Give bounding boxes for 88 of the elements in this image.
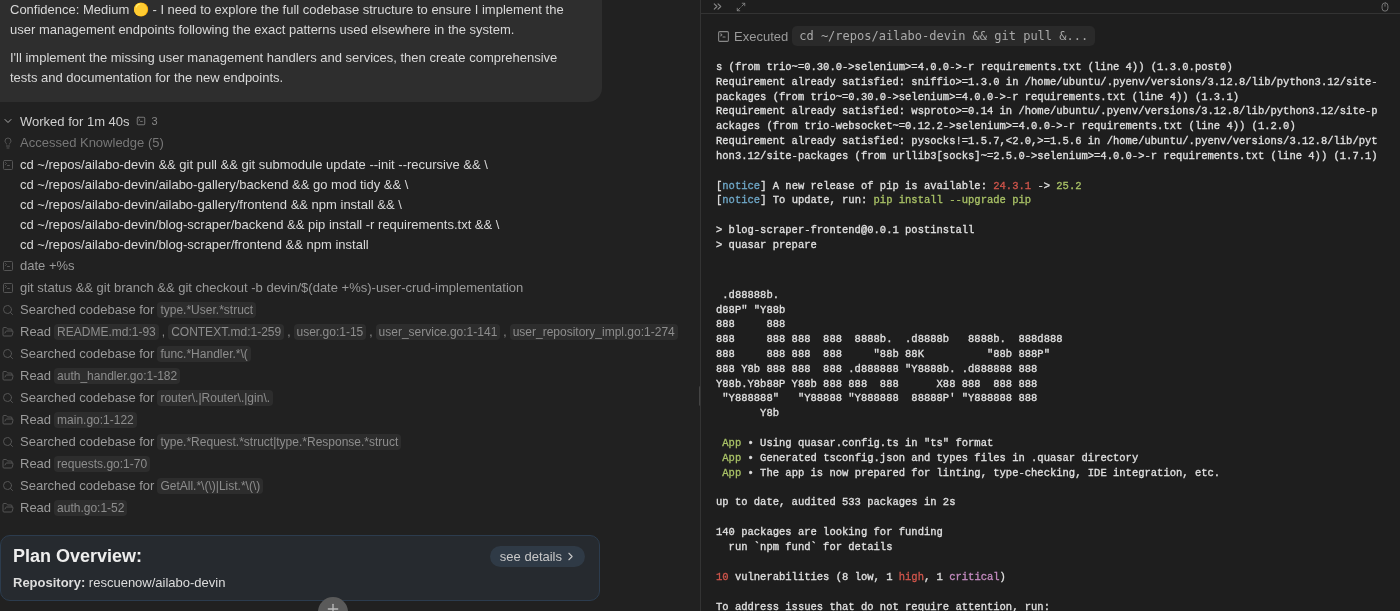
see-details-button[interactable]: see details xyxy=(489,546,585,567)
lightbulb-icon xyxy=(2,137,14,149)
terminal-line: > blog-scraper-frontend@0.0.1 postinstall xyxy=(716,223,976,238)
terminal-icon xyxy=(2,282,14,294)
comma-separator: , xyxy=(503,324,507,341)
file-chip: auth.go:1-52 xyxy=(54,500,128,516)
folder-icon xyxy=(2,502,14,514)
terminal-line: 140 packages are looking for funding xyxy=(716,525,944,540)
read-entry-label: Read xyxy=(20,411,52,429)
search-icon xyxy=(2,348,14,360)
file-chip: user_repository_impl.go:1-274 xyxy=(509,324,678,340)
comma-separator: , xyxy=(369,324,373,341)
terminal-line: To address issues that do not require attention, run: xyxy=(716,599,1051,611)
read-entry-label: Read xyxy=(20,455,52,473)
executed-label: Executed xyxy=(734,28,789,44)
terminal-line: up to date, audited 533 packages in 2s xyxy=(716,495,957,511)
file-chip: main.go:1-122 xyxy=(54,412,137,428)
search-icon xyxy=(2,304,14,316)
read-entry-label: Read xyxy=(20,367,52,385)
search-icon xyxy=(2,480,14,492)
file-chip: router\.|Router\.|gin\. xyxy=(157,390,274,406)
read-entry-label: Read xyxy=(20,499,52,517)
terminal-icon xyxy=(2,260,14,272)
terminal-icon xyxy=(717,29,730,43)
terminal-line: run `npm fund` for details xyxy=(727,539,894,555)
worklog-title[interactable]: Worked for 1m 40s xyxy=(20,113,130,129)
terminal-line: .d88888b. xyxy=(721,287,780,303)
terminal-line: App • The app is now prepared for linting, type-checking, IDE integration, etc. xyxy=(721,465,1222,481)
terminal-line: hon3.12/site-packages (from urllib3[socks]~=2.5.0->selenium>=4.0.0->-r requirements.txt (line 4)) (1.7.1) xyxy=(716,148,1379,164)
comma-separator: , xyxy=(161,324,166,341)
terminal-line: Requirement already satisfied: wsproto>=0.14 in /home/ubuntu/.pyenv/versions/3.12.8/lib/python3.12/site-p xyxy=(716,104,1379,120)
file-chip: type.*User.*struct xyxy=(157,302,257,318)
terminal-line: 888 888 888 888 "88b 88K "88b 888P" xyxy=(716,346,1051,362)
file-chip: type.*Request.*struct|type.*Response.*struct xyxy=(157,434,402,450)
terminal-icon xyxy=(2,159,14,171)
terminal-icon xyxy=(135,116,146,126)
search-entry-label: Searched codebase for xyxy=(20,477,155,495)
expand-icon[interactable] xyxy=(736,1,746,12)
terminal-line: s (from trio~=0.30.0->selenium>=4.0.0->-r requirements.txt (line 4)) (1.3.0.post0) xyxy=(716,60,1234,75)
file-chip: CONTEXT.md:1-259 xyxy=(168,324,285,340)
message-paragraph: I'll implement the missing user management handlers and services, then create comprehensive tests and documentation for the new endpoints. xyxy=(10,49,559,87)
command-count: 3 xyxy=(151,115,158,127)
search-entry-label: Searched codebase for xyxy=(20,389,155,407)
message-paragraph: Confidence: Medium 🟡 - I need to explore the full codebase structure to ensure I implement the user management endpoints following the exact patterns used elsewhere in the system. xyxy=(10,1,565,39)
terminal-line: [notice] To update, run: pip install --upgrade pip xyxy=(716,193,1033,209)
terminal-line: packages (from trio~=0.30.0->selenium>=4.0.0->-r requirements.txt (line 4)) (1.3.1) xyxy=(716,89,1240,105)
file-chip: README.md:1-93 xyxy=(54,324,159,340)
folder-icon xyxy=(2,326,14,338)
file-chip: user.go:1-15 xyxy=(293,324,367,340)
terminal-line: d88P" "Y88b xyxy=(716,302,787,318)
repository-text: Repository: rescuenow/ailabo-devin xyxy=(13,575,227,590)
folder-icon xyxy=(2,414,14,426)
terminal-line: 888 888 888 888 8888b. .d8888b 8888b. 888d888 xyxy=(716,332,1064,347)
terminal-line: "Y888888" "Y88888 "Y888888 88888P' "Y888888 888 xyxy=(721,391,1039,407)
terminal-line: > quasar prepare xyxy=(716,237,818,253)
terminal-line: Y88b.Y8b88P Y88b 888 888 888 X88 888 888 888 xyxy=(716,376,1039,392)
search-entry-label: Searched codebase for xyxy=(20,345,155,363)
terminal-line: App • Generated tsconfig.json and types files in .quasar directory xyxy=(721,450,1140,466)
terminal-line: 10 vulnerabilities (8 low, 1 high, 1 critical) xyxy=(716,569,1007,585)
read-entry-label: Read xyxy=(20,323,52,341)
file-chip: GetAll.*\(\)|List.*\(\) xyxy=(157,478,264,494)
search-icon xyxy=(2,392,14,404)
terminal-line: [notice] A new release of pip is available: 24.3.1 -> 25.2 xyxy=(716,178,1083,194)
search-icon xyxy=(2,436,14,448)
command-entry[interactable]: cd ~/repos/ailabo-devin && git pull && git submodule update --init --recursive && \ cd ~/repos/ailabo-devin/ailabo-gallery/backend && go mod tidy && \ cd ~/repos/ailabo-devin/ailabo-gallery/frontend && npm install && \ cd ~/repos/ailabo-devin/blog-scraper/backend && pip install -r requirements.txt && \ cd ~/repos/ailabo-devin/blog-scraper/frontend && npm install xyxy=(20,154,500,255)
file-chip: auth_handler.go:1-182 xyxy=(54,368,181,384)
command-entry[interactable]: date +%s xyxy=(20,255,75,276)
terminal-line: App • Using quasar.config.ts in "ts" format xyxy=(721,435,995,451)
terminal-line: Requirement already satisfied: sniffio>=1.3.0 in /home/ubuntu/.pyenv/versions/3.12.8/lib/python3.12/site- xyxy=(716,74,1379,90)
terminal-line: ackages (from trio-websocket~=0.12.2->selenium>=4.0.0->-r requirements.txt (line 4)) (1.2.0) xyxy=(716,119,1297,134)
terminal-line: Y8b xyxy=(759,406,780,421)
knowledge-entry[interactable]: Accessed Knowledge (5) xyxy=(20,132,164,153)
double-chevron-icon[interactable] xyxy=(711,0,724,13)
file-chip: func.*Handler.*\( xyxy=(157,346,251,362)
search-entry-label: Searched codebase for xyxy=(20,433,155,451)
comma-separator: , xyxy=(287,324,291,341)
folder-icon xyxy=(2,370,14,382)
terminal-line: 888 Y8b 888 888 888 .d888888 "Y8888b. .d888888 888 xyxy=(716,361,1039,377)
terminal-line: 888 888 xyxy=(716,317,787,333)
terminal-line: Requirement already satisfied: pysocks!=1.5.7,<2.0,>=1.5.6 in /home/ubuntu/.pyenv/versions/3.12.8/lib/pyt xyxy=(716,134,1379,149)
mouse-icon[interactable] xyxy=(1380,1,1390,12)
plan-title: Plan Overview: xyxy=(13,546,143,567)
file-chip: requests.go:1-70 xyxy=(54,456,151,472)
file-chip: user_service.go:1-141 xyxy=(375,324,501,340)
folder-icon xyxy=(2,458,14,470)
executed-command[interactable]: cd ~/repos/ailabo-devin && git pull &... xyxy=(792,26,1096,46)
search-entry-label: Searched codebase for xyxy=(20,301,155,319)
command-entry[interactable]: git status && git branch && git checkout -b devin/$(date +%s)-user-crud-implementation xyxy=(20,277,524,298)
